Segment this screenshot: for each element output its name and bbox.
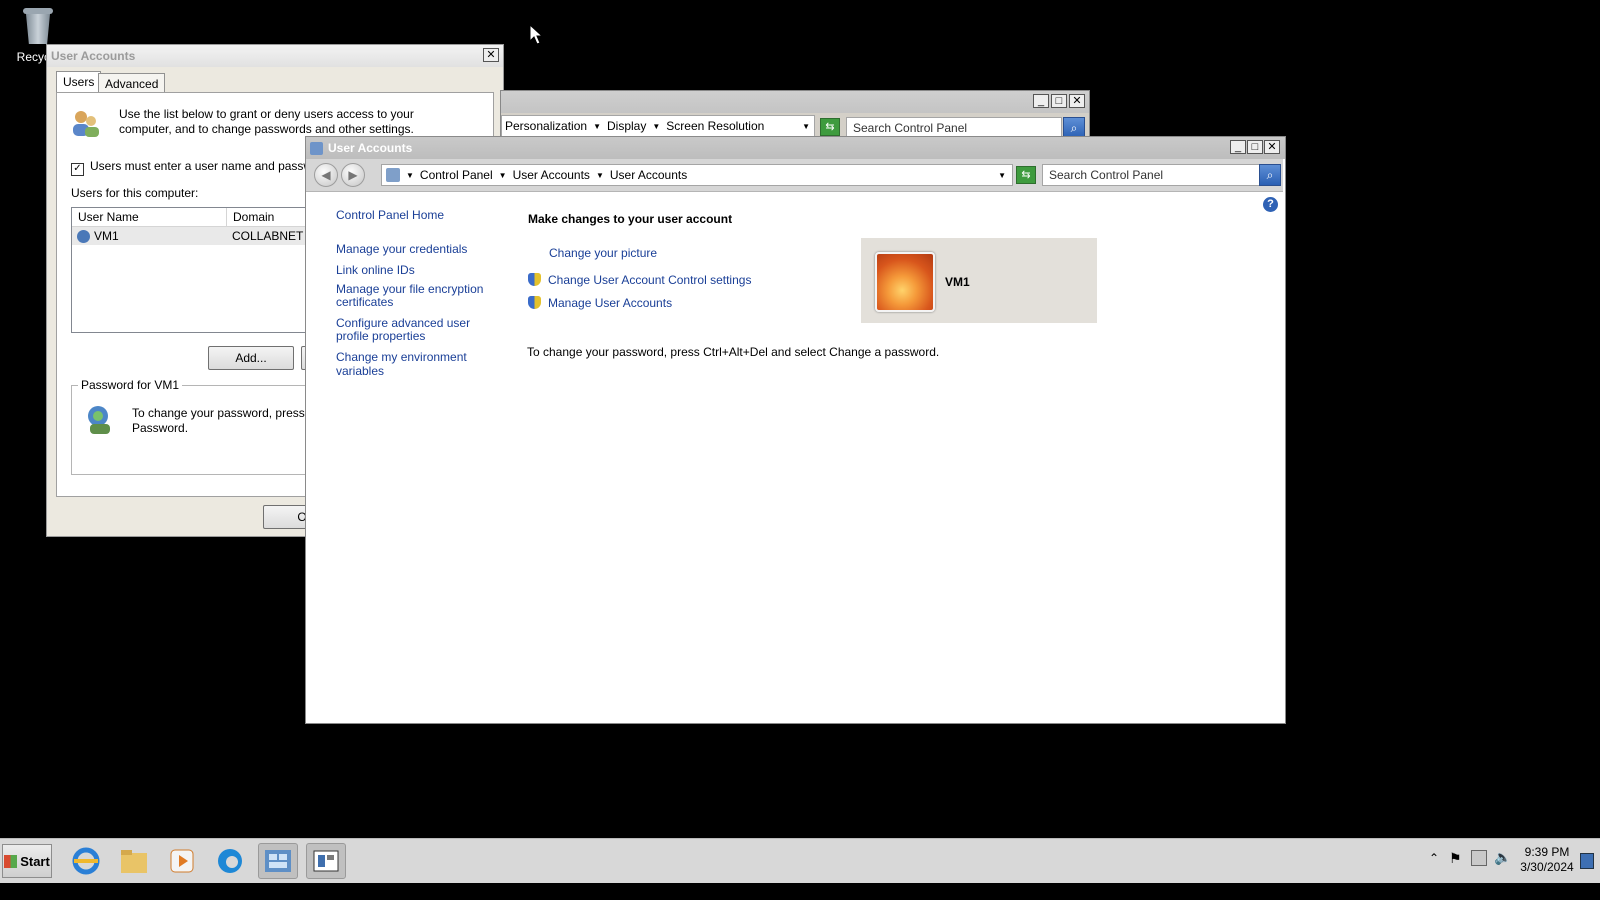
chevron-down-icon[interactable]: ▼ xyxy=(593,122,601,131)
taskbar: Start ⌃ ⚑ 🔈 9:39 PM 3/30/2024 xyxy=(0,838,1600,883)
show-desktop-icon[interactable] xyxy=(1580,853,1594,869)
checkbox-label: Users must enter a user name and passwo xyxy=(90,159,319,173)
sidebar-control-panel-home[interactable]: Control Panel Home xyxy=(336,208,444,222)
crumb-user-accounts-current[interactable]: User Accounts xyxy=(610,168,687,182)
sidebar-file-encryption[interactable]: Manage your file encryption certificates xyxy=(336,283,506,309)
media-player-icon[interactable] xyxy=(162,843,202,879)
display-settings-icon[interactable] xyxy=(306,843,346,879)
account-name: VM1 xyxy=(945,275,970,289)
clock-time: 9:39 PM xyxy=(1524,845,1570,859)
control-panel-window: User Accounts _ □ ✕ ◀ ▶ ▼ Control Panel … xyxy=(305,136,1286,724)
display-address-bar[interactable]: Personalization ▼ Display ▼ Screen Resol… xyxy=(501,115,815,137)
crumb-screen-resolution[interactable]: Screen Resolution xyxy=(666,119,764,133)
cp-search-input[interactable]: Search Control Panel xyxy=(1042,164,1260,186)
add-user-button[interactable]: Add... xyxy=(208,346,294,370)
edge-icon[interactable] xyxy=(210,843,250,879)
intro-text: Use the list below to grant or deny user… xyxy=(119,107,414,136)
password-text: To change your password, press C Passwor… xyxy=(132,406,317,435)
clock[interactable]: 9:39 PM 3/30/2024 xyxy=(1512,845,1582,875)
password-group-label: Password for VM1 xyxy=(78,378,183,392)
user-name-cell: VM1 xyxy=(94,229,119,243)
address-dropdown-icon[interactable]: ▼ xyxy=(998,171,1006,180)
manage-accounts-row[interactable]: Manage User Accounts xyxy=(528,296,672,310)
table-row[interactable]: VM1 COLLABNET xyxy=(72,227,312,245)
uac-shield-icon xyxy=(528,296,541,309)
dialog-close-button[interactable]: ✕ xyxy=(483,48,499,62)
page-title: Make changes to your user account xyxy=(528,212,733,226)
display-close-button[interactable]: ✕ xyxy=(1069,94,1085,108)
search-icon[interactable]: ⌕ xyxy=(1259,164,1281,186)
clock-date: 3/30/2024 xyxy=(1520,860,1574,874)
dialog-titlebar: User Accounts xyxy=(47,45,503,67)
user-icon xyxy=(77,229,90,243)
mouse-cursor-icon xyxy=(529,24,543,45)
account-picture[interactable] xyxy=(875,252,935,312)
refresh-icon[interactable]: ⇆ xyxy=(1016,166,1036,184)
action-center-flag-icon[interactable]: ⚑ xyxy=(1449,850,1462,867)
start-label: Start xyxy=(20,853,50,869)
internet-explorer-icon[interactable] xyxy=(66,843,106,879)
require-login-checkbox[interactable]: ✓ Users must enter a user name and passwo xyxy=(71,159,319,176)
users-icon xyxy=(69,107,101,139)
crumb-user-accounts[interactable]: User Accounts xyxy=(513,168,590,182)
account-tile: VM1 xyxy=(861,238,1097,323)
cp-address-bar[interactable]: ▼ Control Panel ▼ User Accounts ▼ User A… xyxy=(381,164,1013,186)
uac-settings-row[interactable]: Change User Account Control settings xyxy=(528,273,751,287)
manage-user-accounts-link[interactable]: Manage User Accounts xyxy=(548,296,672,310)
chevron-down-icon[interactable]: ▼ xyxy=(406,171,414,180)
show-hidden-icons-icon[interactable]: ⌃ xyxy=(1429,851,1439,865)
cp-navbar: ◀ ▶ ▼ Control Panel ▼ User Accounts ▼ Us… xyxy=(306,159,1283,192)
network-icon[interactable] xyxy=(1471,850,1487,866)
domain-cell: COLLABNET xyxy=(232,229,304,243)
display-minimize-button[interactable]: _ xyxy=(1033,94,1049,108)
file-explorer-icon[interactable] xyxy=(114,843,154,879)
control-panel-icon[interactable] xyxy=(258,843,298,879)
windows-logo-icon xyxy=(4,854,18,868)
chevron-down-icon[interactable]: ▼ xyxy=(652,122,660,131)
display-maximize-button[interactable]: □ xyxy=(1051,94,1067,108)
chevron-down-icon[interactable]: ▼ xyxy=(596,171,604,180)
crumb-personalization[interactable]: Personalization xyxy=(502,119,587,133)
password-note: To change your password, press Ctrl+Alt+… xyxy=(527,345,940,359)
column-header-domain[interactable]: Domain xyxy=(227,208,274,226)
cp-close-button[interactable]: ✕ xyxy=(1264,140,1280,154)
sidebar-profile-properties[interactable]: Configure advanced user profile properti… xyxy=(336,317,506,343)
display-window-titlebar xyxy=(501,91,1089,113)
refresh-icon[interactable]: ⇆ xyxy=(820,118,840,136)
change-picture-link[interactable]: Change your picture xyxy=(549,246,657,260)
sidebar-manage-credentials[interactable]: Manage your credentials xyxy=(336,242,506,256)
users-heading: Users for this computer: xyxy=(71,186,199,200)
column-header-username[interactable]: User Name xyxy=(72,208,227,226)
users-list[interactable]: User Name Domain VM1 COLLABNET xyxy=(71,207,313,333)
crumb-control-panel[interactable]: Control Panel xyxy=(420,168,493,182)
back-button[interactable]: ◀ xyxy=(314,163,338,187)
cp-minimize-button[interactable]: _ xyxy=(1230,140,1246,154)
cp-maximize-button[interactable]: □ xyxy=(1247,140,1263,154)
sidebar-link-online-ids[interactable]: Link online IDs xyxy=(336,263,506,277)
checkbox-box[interactable]: ✓ xyxy=(71,163,84,176)
tab-users[interactable]: Users xyxy=(56,71,102,94)
recycle-bin-icon xyxy=(21,6,55,46)
crumb-display[interactable]: Display xyxy=(607,119,646,133)
chevron-down-icon[interactable]: ▼ xyxy=(499,171,507,180)
help-icon[interactable]: ? xyxy=(1263,197,1278,212)
uac-shield-icon xyxy=(528,273,541,286)
tab-advanced[interactable]: Advanced xyxy=(98,73,166,94)
forward-button[interactable]: ▶ xyxy=(341,163,365,187)
password-user-icon xyxy=(84,404,116,436)
start-button[interactable]: Start xyxy=(2,844,52,878)
uac-settings-link[interactable]: Change User Account Control settings xyxy=(548,273,751,287)
sidebar-environment-variables[interactable]: Change my environment variables xyxy=(336,350,506,378)
address-dropdown-icon[interactable]: ▼ xyxy=(802,122,810,131)
volume-muted-icon[interactable]: 🔈 xyxy=(1494,849,1511,866)
cp-title: User Accounts xyxy=(328,141,413,155)
display-settings-window: _ □ ✕ Personalization ▼ Display ▼ Screen… xyxy=(500,90,1090,142)
user-accounts-icon xyxy=(310,141,323,155)
control-panel-icon xyxy=(386,168,400,182)
dialog-title: User Accounts xyxy=(51,49,136,63)
cp-titlebar: User Accounts xyxy=(306,137,1285,159)
